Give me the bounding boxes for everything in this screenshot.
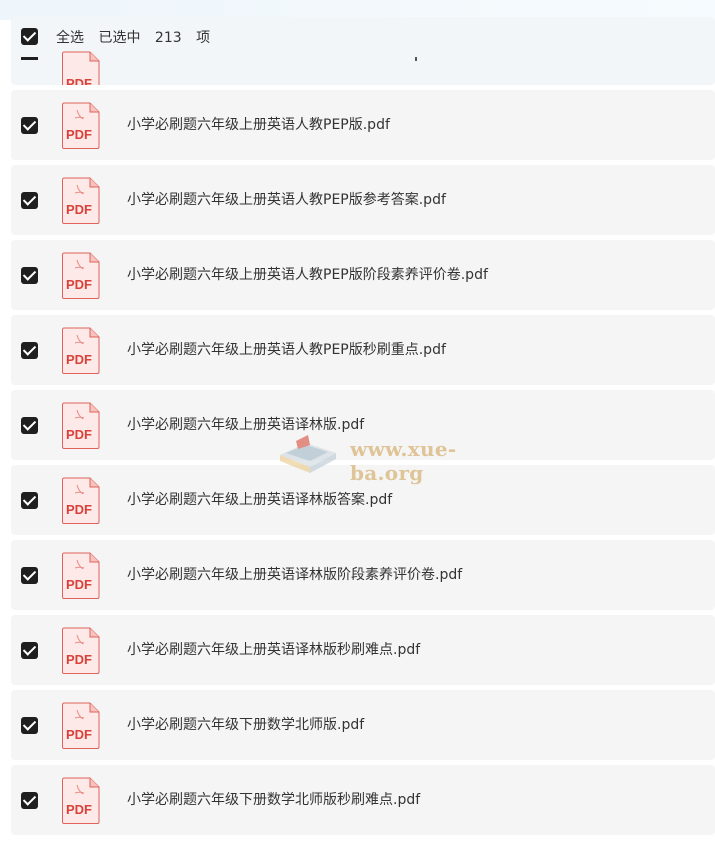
- file-list: 全选 已选中 213 项 PDF PDF 小学必刷题六年级上册英语人教PEP版.p…: [0, 0, 715, 846]
- select-all-checkbox[interactable]: [21, 28, 38, 45]
- selection-header: 全选 已选中 213 项 PDF: [11, 17, 715, 85]
- file-checkbox[interactable]: [21, 492, 38, 509]
- file-checkbox[interactable]: [21, 342, 38, 359]
- file-name[interactable]: 小学必刷题六年级上册英语译林版秒刷难点.pdf: [127, 615, 420, 685]
- selected-suffix: 项: [196, 30, 211, 46]
- list-item[interactable]: PDF 小学必刷题六年级下册数学北师版.pdf: [11, 690, 715, 760]
- pdf-file-icon: PDF: [61, 177, 101, 224]
- list-item[interactable]: PDF 小学必刷题六年级上册英语人教PEP版.pdf: [11, 90, 715, 160]
- pdf-file-icon: PDF: [61, 777, 101, 824]
- svg-text:PDF: PDF: [66, 727, 92, 742]
- pdf-file-icon: PDF: [61, 252, 101, 299]
- file-checkbox[interactable]: [21, 117, 38, 134]
- selected-prefix: 已选中: [98, 30, 141, 46]
- svg-text:PDF: PDF: [66, 652, 92, 667]
- list-item[interactable]: PDF 小学必刷题六年级上册英语人教PEP版阶段素养评价卷.pdf: [11, 240, 715, 310]
- list-item[interactable]: PDF 小学必刷题六年级上册英语人教PEP版秒刷重点.pdf: [11, 315, 715, 385]
- svg-text:PDF: PDF: [66, 427, 92, 442]
- pdf-file-icon: PDF: [61, 627, 101, 674]
- file-name[interactable]: 小学必刷题六年级上册英语译林版答案.pdf: [127, 465, 392, 535]
- stray-mark: [415, 57, 417, 61]
- list-item[interactable]: PDF 小学必刷题六年级下册数学北师版秒刷难点.pdf: [11, 765, 715, 835]
- pdf-file-icon: PDF: [61, 327, 101, 374]
- file-name[interactable]: 小学必刷题六年级上册英语人教PEP版参考答案.pdf: [127, 165, 446, 235]
- pdf-file-icon: PDF: [61, 402, 101, 449]
- list-item[interactable]: PDF 小学必刷题六年级上册英语译林版.pdf: [11, 390, 715, 460]
- list-item[interactable]: PDF 小学必刷题六年级上册英语译林版阶段素养评价卷.pdf: [11, 540, 715, 610]
- file-name[interactable]: 小学必刷题六年级上册英语人教PEP版阶段素养评价卷.pdf: [127, 240, 488, 310]
- file-checkbox[interactable]: [21, 267, 38, 284]
- pdf-file-icon: PDF: [61, 702, 101, 749]
- file-name[interactable]: 小学必刷题六年级上册英语人教PEP版秒刷重点.pdf: [127, 315, 446, 385]
- file-checkbox[interactable]: [21, 717, 38, 734]
- pdf-file-icon: PDF: [61, 477, 101, 524]
- partial-row-checkbox[interactable]: [21, 57, 38, 60]
- svg-text:PDF: PDF: [66, 577, 92, 592]
- pdf-file-icon: PDF: [61, 102, 101, 149]
- svg-text:PDF: PDF: [66, 202, 92, 217]
- pdf-file-icon: PDF: [61, 51, 101, 85]
- list-item[interactable]: PDF 小学必刷题六年级上册英语人教PEP版参考答案.pdf: [11, 165, 715, 235]
- file-name[interactable]: 小学必刷题六年级上册英语人教PEP版.pdf: [127, 90, 390, 160]
- file-checkbox[interactable]: [21, 192, 38, 209]
- list-item[interactable]: PDF 小学必刷题六年级上册英语译林版答案.pdf: [11, 465, 715, 535]
- file-name[interactable]: 小学必刷题六年级上册英语译林版.pdf: [127, 390, 364, 460]
- file-name[interactable]: 小学必刷题六年级下册数学北师版.pdf: [127, 690, 364, 760]
- file-name[interactable]: 小学必刷题六年级上册英语译林版阶段素养评价卷.pdf: [127, 540, 462, 610]
- list-item[interactable]: PDF 小学必刷题六年级上册英语译林版秒刷难点.pdf: [11, 615, 715, 685]
- svg-text:PDF: PDF: [66, 502, 92, 517]
- file-checkbox[interactable]: [21, 567, 38, 584]
- selected-count: 213: [154, 30, 182, 46]
- svg-text:PDF: PDF: [66, 127, 92, 142]
- svg-text:PDF: PDF: [66, 352, 92, 367]
- svg-text:PDF: PDF: [66, 277, 92, 292]
- pdf-file-icon: PDF: [61, 552, 101, 599]
- select-all-label[interactable]: 全选: [56, 30, 84, 46]
- selection-summary: 全选 已选中 213 项: [56, 27, 220, 47]
- svg-text:PDF: PDF: [66, 802, 92, 817]
- file-checkbox[interactable]: [21, 792, 38, 809]
- file-checkbox[interactable]: [21, 642, 38, 659]
- svg-text:PDF: PDF: [66, 76, 92, 85]
- file-checkbox[interactable]: [21, 417, 38, 434]
- file-name[interactable]: 小学必刷题六年级下册数学北师版秒刷难点.pdf: [127, 765, 420, 835]
